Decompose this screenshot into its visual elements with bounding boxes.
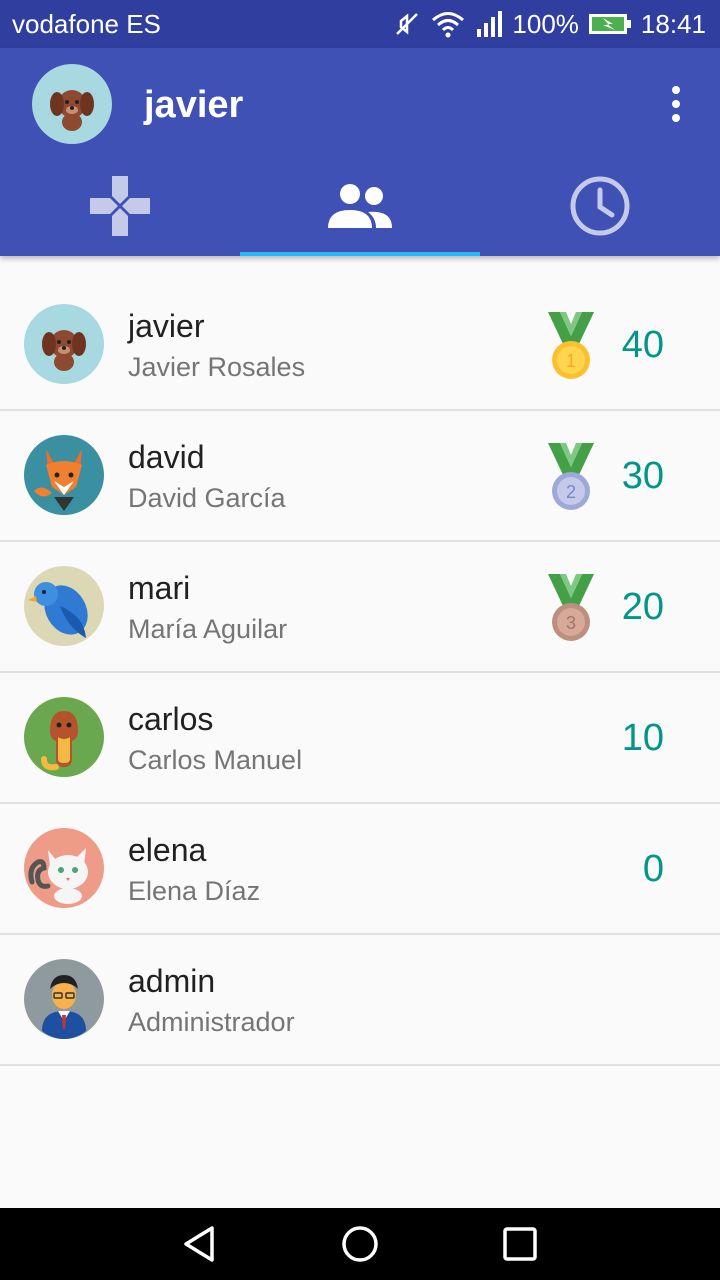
svg-text:3: 3	[566, 613, 576, 633]
snake-avatar	[24, 697, 104, 777]
gamepad-icon	[88, 174, 152, 243]
score: 20	[621, 586, 664, 628]
status-icons: 100% 18:41	[392, 8, 706, 40]
home-icon[interactable]	[340, 1224, 380, 1264]
username: javier	[128, 308, 205, 344]
gold-medal-icon: 1	[546, 310, 596, 382]
carrier-name: vodafone ES	[12, 9, 161, 39]
list-item[interactable]: admin Administrador	[0, 935, 720, 1066]
status-bar: vodafone ES 100% 18:41	[0, 0, 720, 48]
profile-avatar[interactable]	[32, 64, 112, 144]
full-name: Elena Díaz	[128, 876, 261, 906]
silver-medal-icon: 2	[546, 441, 596, 513]
tab-users[interactable]	[240, 160, 480, 256]
score: 40	[621, 324, 664, 366]
username: mari	[128, 570, 191, 606]
full-name: Carlos Manuel	[128, 745, 303, 775]
full-name: David García	[128, 483, 286, 513]
list-item[interactable]: mari María Aguilar 3 20	[0, 542, 720, 673]
group-icon	[326, 182, 394, 235]
full-name: Administrador	[128, 1007, 295, 1037]
app-title: javier	[144, 84, 244, 126]
username: elena	[128, 832, 207, 868]
user-list: javier Javier Rosales 1 40 david David G…	[0, 280, 720, 1066]
signal-icon	[474, 9, 504, 39]
navigation-bar	[0, 1208, 720, 1280]
recents-icon[interactable]	[500, 1224, 540, 1264]
wifi-icon	[430, 9, 466, 39]
clock-icon	[568, 174, 632, 243]
battery-charging-icon	[587, 11, 633, 37]
dog-avatar	[24, 304, 104, 384]
tab-history[interactable]	[480, 160, 720, 256]
mute-icon	[392, 9, 422, 39]
full-name: María Aguilar	[128, 614, 288, 644]
username: admin	[128, 963, 216, 999]
list-item[interactable]: carlos Carlos Manuel 10	[0, 673, 720, 804]
score: 10	[621, 717, 664, 759]
svg-text:2: 2	[566, 482, 576, 502]
more-vert-icon[interactable]	[656, 82, 696, 126]
tab-bar	[0, 160, 720, 256]
fox-avatar	[24, 435, 104, 515]
svg-text:1: 1	[566, 351, 576, 371]
list-item[interactable]: elena Elena Díaz 0	[0, 804, 720, 935]
battery-percent: 100%	[512, 8, 579, 39]
username: david	[128, 439, 205, 475]
bird-avatar	[24, 566, 104, 646]
list-item[interactable]: javier Javier Rosales 1 40	[0, 280, 720, 411]
score: 0	[642, 848, 664, 890]
list-item[interactable]: david David García 2 30	[0, 411, 720, 542]
username: carlos	[128, 701, 214, 737]
bronze-medal-icon: 3	[546, 572, 596, 644]
tab-games[interactable]	[0, 160, 240, 256]
cat-avatar	[24, 828, 104, 908]
score: 30	[621, 455, 664, 497]
back-icon[interactable]	[180, 1224, 220, 1264]
admin-avatar	[24, 959, 104, 1039]
full-name: Javier Rosales	[128, 352, 306, 382]
clock-time: 18:41	[640, 8, 706, 39]
app-bar: javier	[0, 48, 720, 256]
